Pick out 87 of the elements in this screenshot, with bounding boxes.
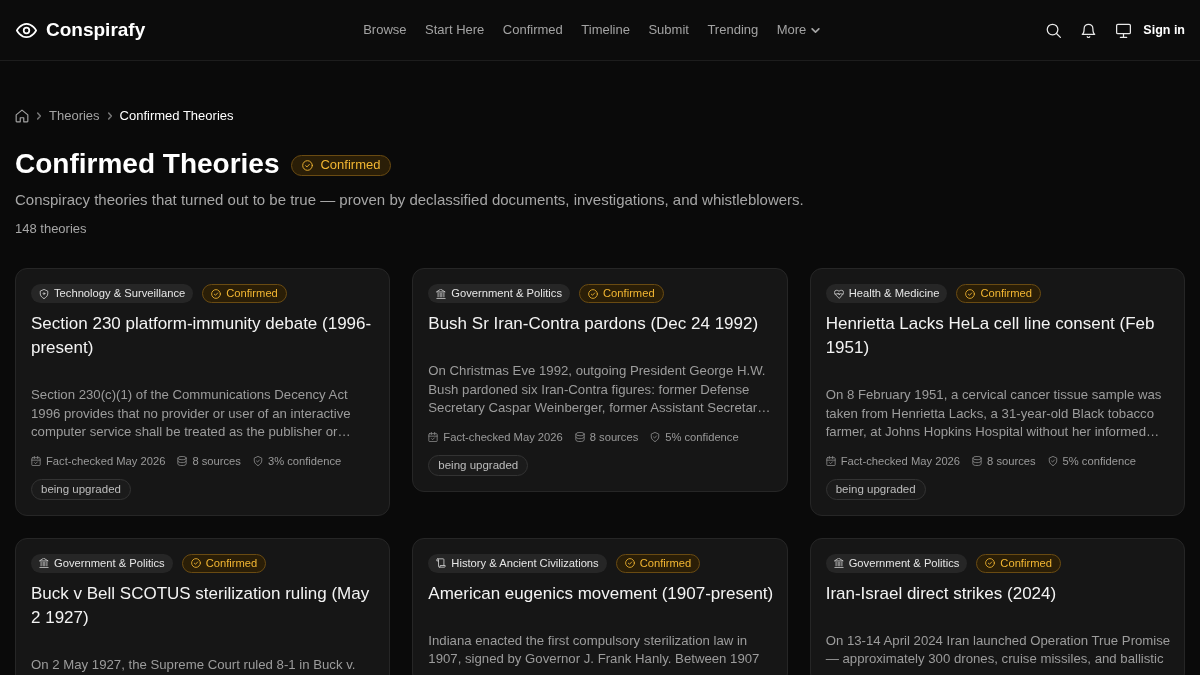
breadcrumb-link[interactable]: Theories xyxy=(49,106,100,126)
nav-link[interactable]: Start Here xyxy=(425,20,485,40)
theory-count: 148 theories xyxy=(15,220,88,238)
fact-checked-date: Fact-checked May 2026 xyxy=(443,429,563,445)
theory-card[interactable]: Government & Politics Confirmed Iran-Israel direct strikes (2024) On 13-14 April 2024 Iran launched Operation True Promise — approximately 300 drones, cruise missiles, and ballistic xyxy=(809,537,1185,675)
check-circle-icon xyxy=(190,558,201,568)
theory-title: American eugenics movement (1907-present) xyxy=(428,582,774,605)
category-label: Government & Politics xyxy=(451,286,562,302)
confidence-score: 5% confidence xyxy=(1062,453,1136,469)
confidence-score: 5% confidence xyxy=(665,429,739,445)
chevron-down-icon xyxy=(811,27,821,33)
badge-label: Confirmed xyxy=(205,555,258,571)
monitor-icon[interactable] xyxy=(1116,22,1132,38)
badge-label: Confirmed xyxy=(639,555,692,571)
notifications-bell-icon[interactable] xyxy=(1081,22,1097,38)
shield-check-icon xyxy=(1047,455,1058,466)
check-circle-icon xyxy=(302,159,314,171)
source-count: 8 sources xyxy=(987,453,1036,469)
theory-card[interactable] xyxy=(809,268,1185,516)
status-tag: being upgraded xyxy=(31,478,131,500)
category-label: Government & Politics xyxy=(54,555,165,571)
columned-building-icon xyxy=(833,558,844,568)
calendar-check-icon xyxy=(825,455,836,466)
check-circle-icon xyxy=(985,558,996,568)
source-count: 8 sources xyxy=(192,453,241,469)
category-label: Technology & Surveillance xyxy=(54,286,186,302)
theory-summary: On Christmas Eve 1992, outgoing President George H.W. Bush pardoned six Iran-Contra figures: former Defense Secretary Caspar Weinberger, former Assistant Secretar… xyxy=(428,362,772,417)
check-circle-icon xyxy=(624,558,635,568)
theory-title: Henrietta Lacks HeLa cell line consent (Feb 1951) xyxy=(825,313,1156,359)
status-tag: being upgraded xyxy=(428,454,529,476)
theory-summary: Indiana enacted the first compulsory sterilization law in 1907, signed by Governor J. Frank Hanly. Between 1907 xyxy=(428,631,761,668)
theory-title: Iran-Israel direct strikes (2024) xyxy=(825,582,1058,605)
shield-check-icon xyxy=(650,431,661,442)
nav-link[interactable]: Confirmed xyxy=(502,20,563,40)
nav-dropdown-link[interactable]: More xyxy=(776,20,821,40)
check-circle-icon xyxy=(588,288,598,299)
theory-title: Bush Sr Iran-Contra pardons (Dec 24 1992) xyxy=(428,313,760,335)
search-icon[interactable] xyxy=(1046,22,1062,38)
home-icon[interactable] xyxy=(15,109,29,123)
shield-check-icon xyxy=(252,455,263,466)
badge-label: Confirmed xyxy=(226,286,278,302)
database-icon xyxy=(574,431,585,442)
source-count: 8 sources xyxy=(589,429,639,445)
category-label: History & Ancient Civilizations xyxy=(451,555,599,571)
theory-summary: On 13-14 April 2024 Iran launched Operation True Promise — approximately 300 drones, cruise missiles, and ballistic xyxy=(825,631,1171,668)
category-label: Government & Politics xyxy=(848,555,960,571)
sign-in-link[interactable]: Sign in xyxy=(1143,20,1185,40)
calendar-check-icon xyxy=(428,431,439,442)
site-logo-text[interactable]: Conspirafy xyxy=(46,15,146,45)
nav-link[interactable]: Timeline xyxy=(581,20,630,40)
fact-checked-date: Fact-checked May 2026 xyxy=(46,453,166,469)
status-tag: being upgraded xyxy=(825,478,926,500)
theory-card[interactable] xyxy=(15,268,391,516)
theory-summary: On 8 February 1951, a cervical cancer tissue sample was taken from Henrietta Lacks, a 31-year-old Black tobacco farmer, at Johns Hopkins Hospital without her informed… xyxy=(825,386,1163,441)
theory-card[interactable]: Government & Politics Confirmed Buck v Bell SCOTUS sterilization ruling (May 2 1927) On 2 May 1927, the Supreme Court ruled 8-1 in Buck v. xyxy=(15,537,391,675)
nav-link[interactable]: Submit xyxy=(648,20,689,40)
database-icon xyxy=(972,455,983,466)
check-circle-icon xyxy=(965,288,976,299)
heart-pulse-icon xyxy=(833,288,844,299)
theory-card[interactable] xyxy=(412,268,788,492)
chevron-right-icon xyxy=(107,112,112,120)
theory-title: Section 230 platform-immunity debate (1996-present) xyxy=(31,313,373,359)
theory-summary: On 2 May 1927, the Supreme Court ruled 8-1 in Buck v. xyxy=(31,655,357,674)
calendar-check-icon xyxy=(31,455,41,466)
fact-checked-date: Fact-checked May 2026 xyxy=(840,453,961,469)
scroll-icon xyxy=(436,558,447,568)
badge-label: Confirmed xyxy=(603,286,655,302)
nav-link[interactable]: Trending xyxy=(707,20,759,40)
page-description: Conspiracy theories that turned out to be true — proven by declassified documents, investigations, and whistleblowers. xyxy=(15,190,805,210)
columned-building-icon xyxy=(39,558,49,568)
database-icon xyxy=(177,455,188,466)
columned-building-icon xyxy=(436,288,447,299)
badge-label: Confirmed xyxy=(980,286,1033,302)
nav-link[interactable]: Browse xyxy=(363,20,407,40)
page-title: Confirmed Theories xyxy=(15,147,280,181)
confidence-score: 3% confidence xyxy=(267,453,342,469)
check-circle-icon xyxy=(211,288,222,299)
eye-logo-icon[interactable] xyxy=(16,22,37,38)
theory-title: Buck v Bell SCOTUS sterilization ruling (May 2 1927) xyxy=(31,582,371,629)
theory-summary: Section 230(c)(1) of the Communications Decency Act 1996 provides that no provider or user of an interactive computer service shall be treated as the publisher or… xyxy=(31,386,352,441)
shield-icon xyxy=(39,288,49,299)
category-label: Health & Medicine xyxy=(848,286,940,302)
badge-label: Confirmed xyxy=(320,156,381,175)
theory-card[interactable]: History & Ancient Civilizations Confirmed American eugenics movement (1907-present) Indiana enacted the first compulsory sterilization law in 1907, signed by Governor J. Frank Hanly. Between 1907 xyxy=(412,537,788,675)
breadcrumb-current: Confirmed Theories xyxy=(119,107,234,125)
chevron-right-icon xyxy=(37,112,41,120)
badge-label: Confirmed xyxy=(1000,555,1052,571)
